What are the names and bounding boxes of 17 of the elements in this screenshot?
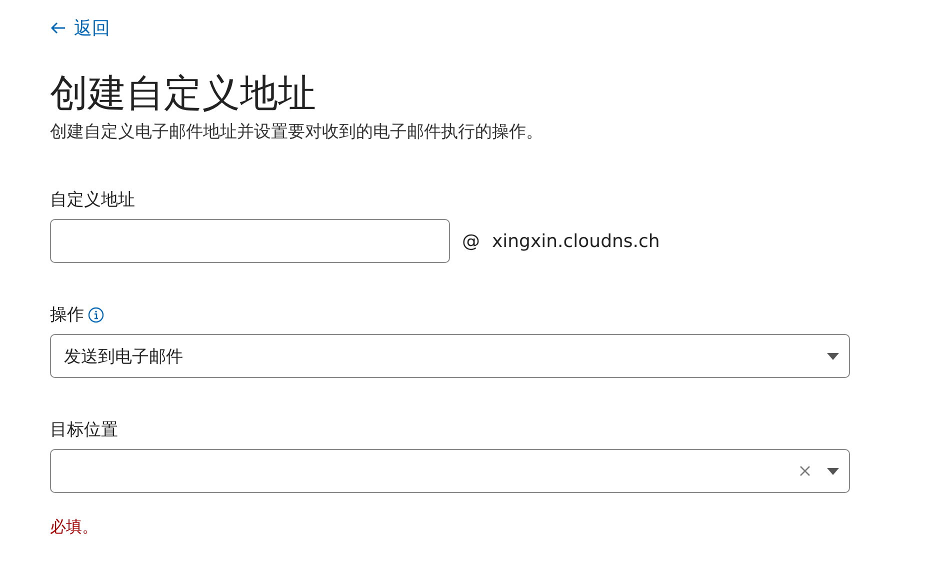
domain-name: xingxin.cloudns.ch [492, 230, 660, 252]
field-label: 自定义地址 [50, 189, 135, 211]
caret-icon [827, 468, 839, 474]
field-label: 目标位置 [50, 419, 118, 441]
left-arrow-icon [50, 21, 66, 35]
dropdown-field[interactable]: 发送到电子邮件 [50, 334, 850, 378]
back-link[interactable]: 返回 [50, 16, 110, 40]
page-title: 创建自定义地址 [50, 70, 317, 116]
clear-icon[interactable] [799, 465, 811, 477]
page-subtitle: 创建自定义电子邮件地址并设置要对收到的电子邮件执行的操作。 [50, 121, 544, 143]
caret-icon [827, 352, 839, 360]
error-message: 必填。 [50, 517, 98, 538]
dropdown-field[interactable] [50, 449, 850, 493]
info-icon[interactable] [88, 306, 104, 322]
address-input[interactable] [50, 219, 450, 263]
field-label: 操作 [50, 304, 84, 326]
at-sign: @ [462, 230, 480, 252]
